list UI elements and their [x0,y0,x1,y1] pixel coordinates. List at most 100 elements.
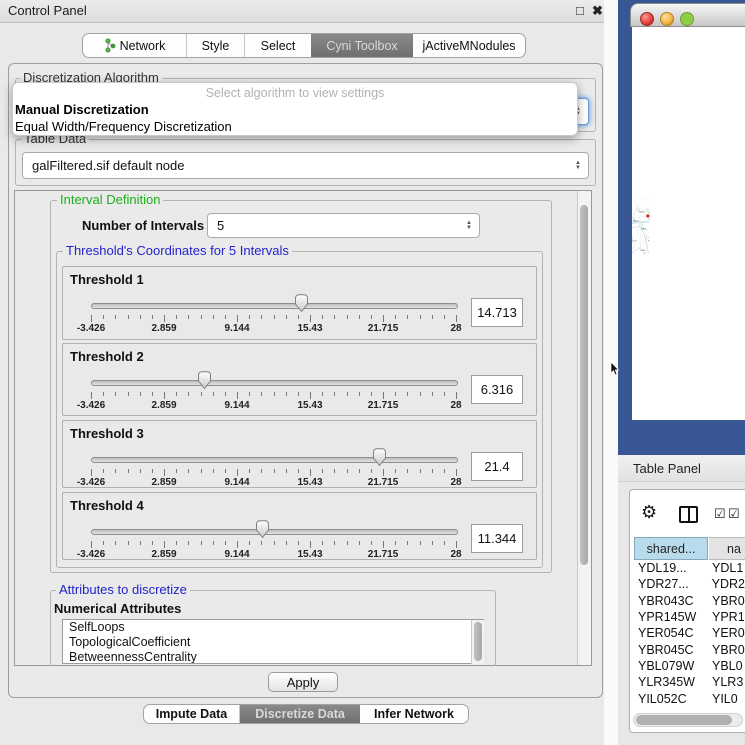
dropdown-placeholder[interactable]: Select algorithm to view settings [13,86,577,100]
slider-tick [115,541,116,545]
threshold-value-field[interactable]: 6.316 [471,375,523,404]
table-row[interactable]: YBR045CYBR0 [634,641,745,657]
dropdown-option-1[interactable]: Manual Discretization [15,102,149,117]
table-row[interactable]: YER054CYER0 [634,625,745,641]
table-cell-name[interactable]: YBR0 [708,643,745,657]
table-cell-name[interactable]: YDR2 [708,577,745,591]
slider-tick [347,392,348,396]
threshold-value-field[interactable]: 11.344 [471,524,523,553]
network-node-GAL4[interactable] [639,224,643,228]
table-row[interactable]: YDR27...YDR2 [634,576,745,592]
attribute-list-item[interactable]: SelfLoops [63,620,483,635]
network-node-GAL80[interactable] [637,207,640,210]
float-window-icon[interactable]: □ [576,3,584,18]
network-node-C[interactable] [646,214,649,217]
network-window-titlebar[interactable] [630,3,745,27]
network-node-G[interactable] [646,209,649,212]
slider-tick [213,315,214,319]
table-row[interactable]: YBR043CYBR0 [634,593,745,609]
table-row[interactable]: YLR345WYLR3 [634,674,745,690]
threshold-value-field[interactable]: 14.713 [471,298,523,327]
table-data-combobox[interactable]: galFiltered.sif default node ▲▼ [22,152,589,179]
vertical-scrollbar-thumb[interactable] [580,205,588,565]
tab-infer-network[interactable]: Infer Network [360,705,468,723]
minimize-traffic-light[interactable] [660,12,674,26]
tab-network[interactable]: Network [83,34,187,57]
numerical-attributes-list[interactable]: SelfLoopsTopologicalCoefficientBetweenne… [62,619,484,664]
threshold-box-4: Threshold 4-3.4262.8599.14415.4321.71528… [62,492,537,560]
table-row[interactable]: YBL079WYBL0 [634,658,745,674]
slider-tick [225,469,226,473]
network-node-GCY1[interactable] [632,237,633,240]
attribute-list-item[interactable]: TopologicalCoefficient [63,635,483,650]
tab-style[interactable]: Style [187,34,245,57]
table-cell-shared-name[interactable]: YBR045C [634,643,708,657]
table-cell-shared-name[interactable]: YER054C [634,626,708,640]
threshold-slider-track[interactable] [91,457,458,463]
node-label: GAL4 [641,227,647,230]
table-cell-name[interactable]: YLR3 [708,675,743,689]
network-node-HAP2[interactable] [639,247,641,249]
table-cell-name[interactable]: YBR0 [708,594,745,608]
table-row[interactable]: YDL19...YDL1 [634,560,745,576]
table-cell-name[interactable]: YBL0 [708,659,743,673]
attribute-list-item[interactable]: BetweennessCentrality [63,650,483,664]
threshold-slider-thumb[interactable] [197,371,212,395]
network-node-GAL11[interactable] [632,217,635,220]
apply-button[interactable]: Apply [268,672,338,692]
table-cell-name[interactable]: YER0 [708,626,745,640]
table-row[interactable]: YIL052CYIL0 [634,690,745,706]
threshold-slider-thumb[interactable] [294,294,309,318]
table-cell-shared-name[interactable]: YBL079W [634,659,708,673]
threshold-slider-track[interactable] [91,529,458,535]
slider-tick [420,469,421,473]
close-traffic-light[interactable] [640,12,654,26]
slider-tick [201,315,202,319]
table-row[interactable]: YPR145WYPR1 [634,609,745,625]
tab-cyni-toolbox[interactable]: Cyni Toolbox [311,34,413,57]
table-cell-name[interactable]: YIL0 [708,692,738,706]
dropdown-option-2[interactable]: Equal Width/Frequency Discretization [15,119,232,134]
attributes-list-scrollbar-thumb[interactable] [474,622,482,661]
select-all-checkbox-icon-2[interactable]: ☑ [728,506,740,522]
table-horizontal-scrollbar-thumb[interactable] [636,715,732,725]
table-cell-shared-name[interactable]: YDR27... [634,577,708,591]
tab-discretize-data[interactable]: Discretize Data [240,705,360,723]
threshold-value-field[interactable]: 21.4 [471,452,523,481]
network-node-partial[interactable] [643,252,646,255]
tab-select[interactable]: Select [245,34,311,57]
network-node-H[interactable] [646,236,649,239]
table-panel-title: Table Panel [633,461,701,476]
columns-icon[interactable] [679,506,698,523]
table-cell-name[interactable]: YDL1 [708,561,743,575]
slider-tick [261,315,262,319]
table-cell-shared-name[interactable]: YDL19... [634,561,708,575]
num-intervals-combobox[interactable]: 5 ▲▼ [207,213,480,238]
threshold-slider-track[interactable] [91,303,458,309]
slider-tick [225,392,226,396]
threshold-slider-track[interactable] [91,380,458,386]
gear-icon[interactable]: ⚙ [641,503,657,521]
control-panel-titlebar: Control Panel □ ✖ [0,0,612,23]
slider-tick [456,469,457,476]
threshold-slider-thumb[interactable] [255,520,270,544]
column-header-name[interactable]: na [709,537,745,560]
slider-tick [334,469,335,473]
slider-tick [188,315,189,319]
select-all-checkbox-icon[interactable]: ☑ [714,506,726,522]
table-cell-shared-name[interactable]: YLR345W [634,675,708,689]
slider-tick [444,541,445,545]
slider-tick [274,392,275,396]
table-cell-name[interactable]: YPR1 [708,610,745,624]
table-cell-shared-name[interactable]: YIL052C [634,692,708,706]
threshold-slider-thumb[interactable] [372,448,387,472]
tab-impute-data[interactable]: Impute Data [144,705,240,723]
network-icon [104,38,116,53]
table-cell-shared-name[interactable]: YBR043C [634,594,708,608]
column-header-shared-name[interactable]: shared... [634,537,708,560]
tab-jactivemnodules[interactable]: jActiveMNodules [413,34,525,57]
zoom-traffic-light[interactable] [680,12,694,26]
table-horizontal-scrollbar[interactable] [633,713,743,727]
table-cell-shared-name[interactable]: YPR145W [634,610,708,624]
close-icon[interactable]: ✖ [592,3,603,19]
